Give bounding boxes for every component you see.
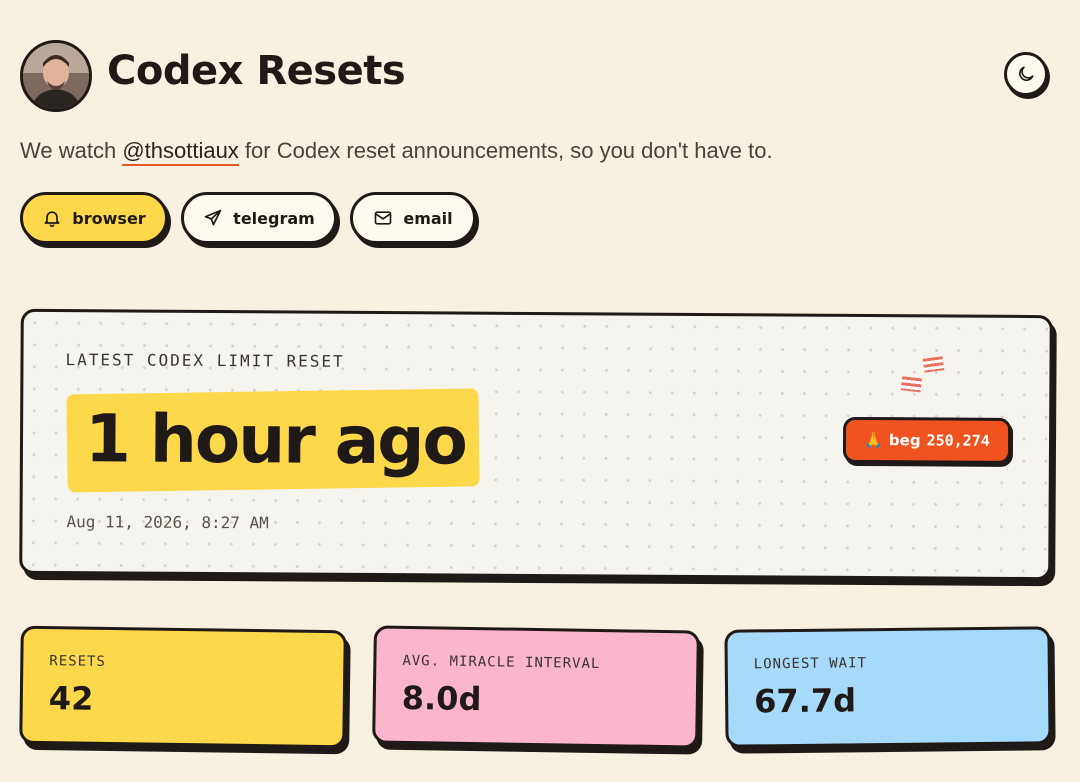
stat-card-resets: RESETS 42 (19, 625, 347, 749)
subtitle: We watch @thsottiaux for Codex reset ann… (20, 138, 773, 166)
bell-icon (42, 208, 62, 228)
stat-card-avg-interval: AVG. MIRACLE INTERVAL 8.0d (372, 625, 700, 749)
notify-telegram-label: telegram (233, 208, 315, 228)
latest-reset-relative-time: 1 hour ago (84, 400, 467, 480)
theme-toggle-button[interactable] (1004, 52, 1048, 96)
latest-reset-label: LATEST CODEX LIMIT RESET (65, 350, 345, 371)
notify-email-button[interactable]: email (350, 192, 476, 244)
beg-button[interactable]: 🙏 beg 250,274 (842, 416, 1012, 464)
notify-telegram-button[interactable]: telegram (181, 192, 337, 244)
pray-icon: 🙏 (864, 431, 883, 450)
subtitle-prefix: We watch (20, 138, 123, 163)
avatar-image (23, 43, 89, 109)
avatar (20, 40, 92, 112)
beg-count: 250,274 (926, 431, 990, 450)
stat-resets-value: 42 (48, 679, 94, 718)
stat-longest-label: LONGEST WAIT (753, 655, 867, 673)
stat-longest-value: 67.7d (753, 681, 857, 721)
flag-decoration (922, 356, 945, 373)
notify-browser-label: browser (72, 208, 146, 228)
notify-email-label: email (403, 208, 453, 228)
latest-reset-date: Aug 11, 2026, 8:27 AM (66, 512, 269, 533)
stat-resets-label: RESETS (49, 653, 107, 670)
stat-card-longest-wait: LONGEST WAIT 67.7d (724, 626, 1052, 748)
flag-decoration (900, 376, 923, 393)
stat-avg-value: 8.0d (401, 678, 482, 719)
subtitle-suffix: for Codex reset announcements, so you do… (238, 138, 773, 163)
mail-icon (373, 208, 393, 228)
send-icon (203, 208, 223, 228)
twitter-handle-link[interactable]: @thsottiaux (122, 138, 239, 166)
moon-icon (1019, 66, 1034, 81)
beg-label: beg (888, 431, 921, 450)
stat-avg-label: AVG. MIRACLE INTERVAL (402, 652, 601, 673)
latest-reset-card: LATEST CODEX LIMIT RESET 1 hour ago Aug … (19, 308, 1053, 581)
page-title: Codex Resets (107, 48, 406, 94)
notify-browser-button[interactable]: browser (20, 192, 168, 244)
